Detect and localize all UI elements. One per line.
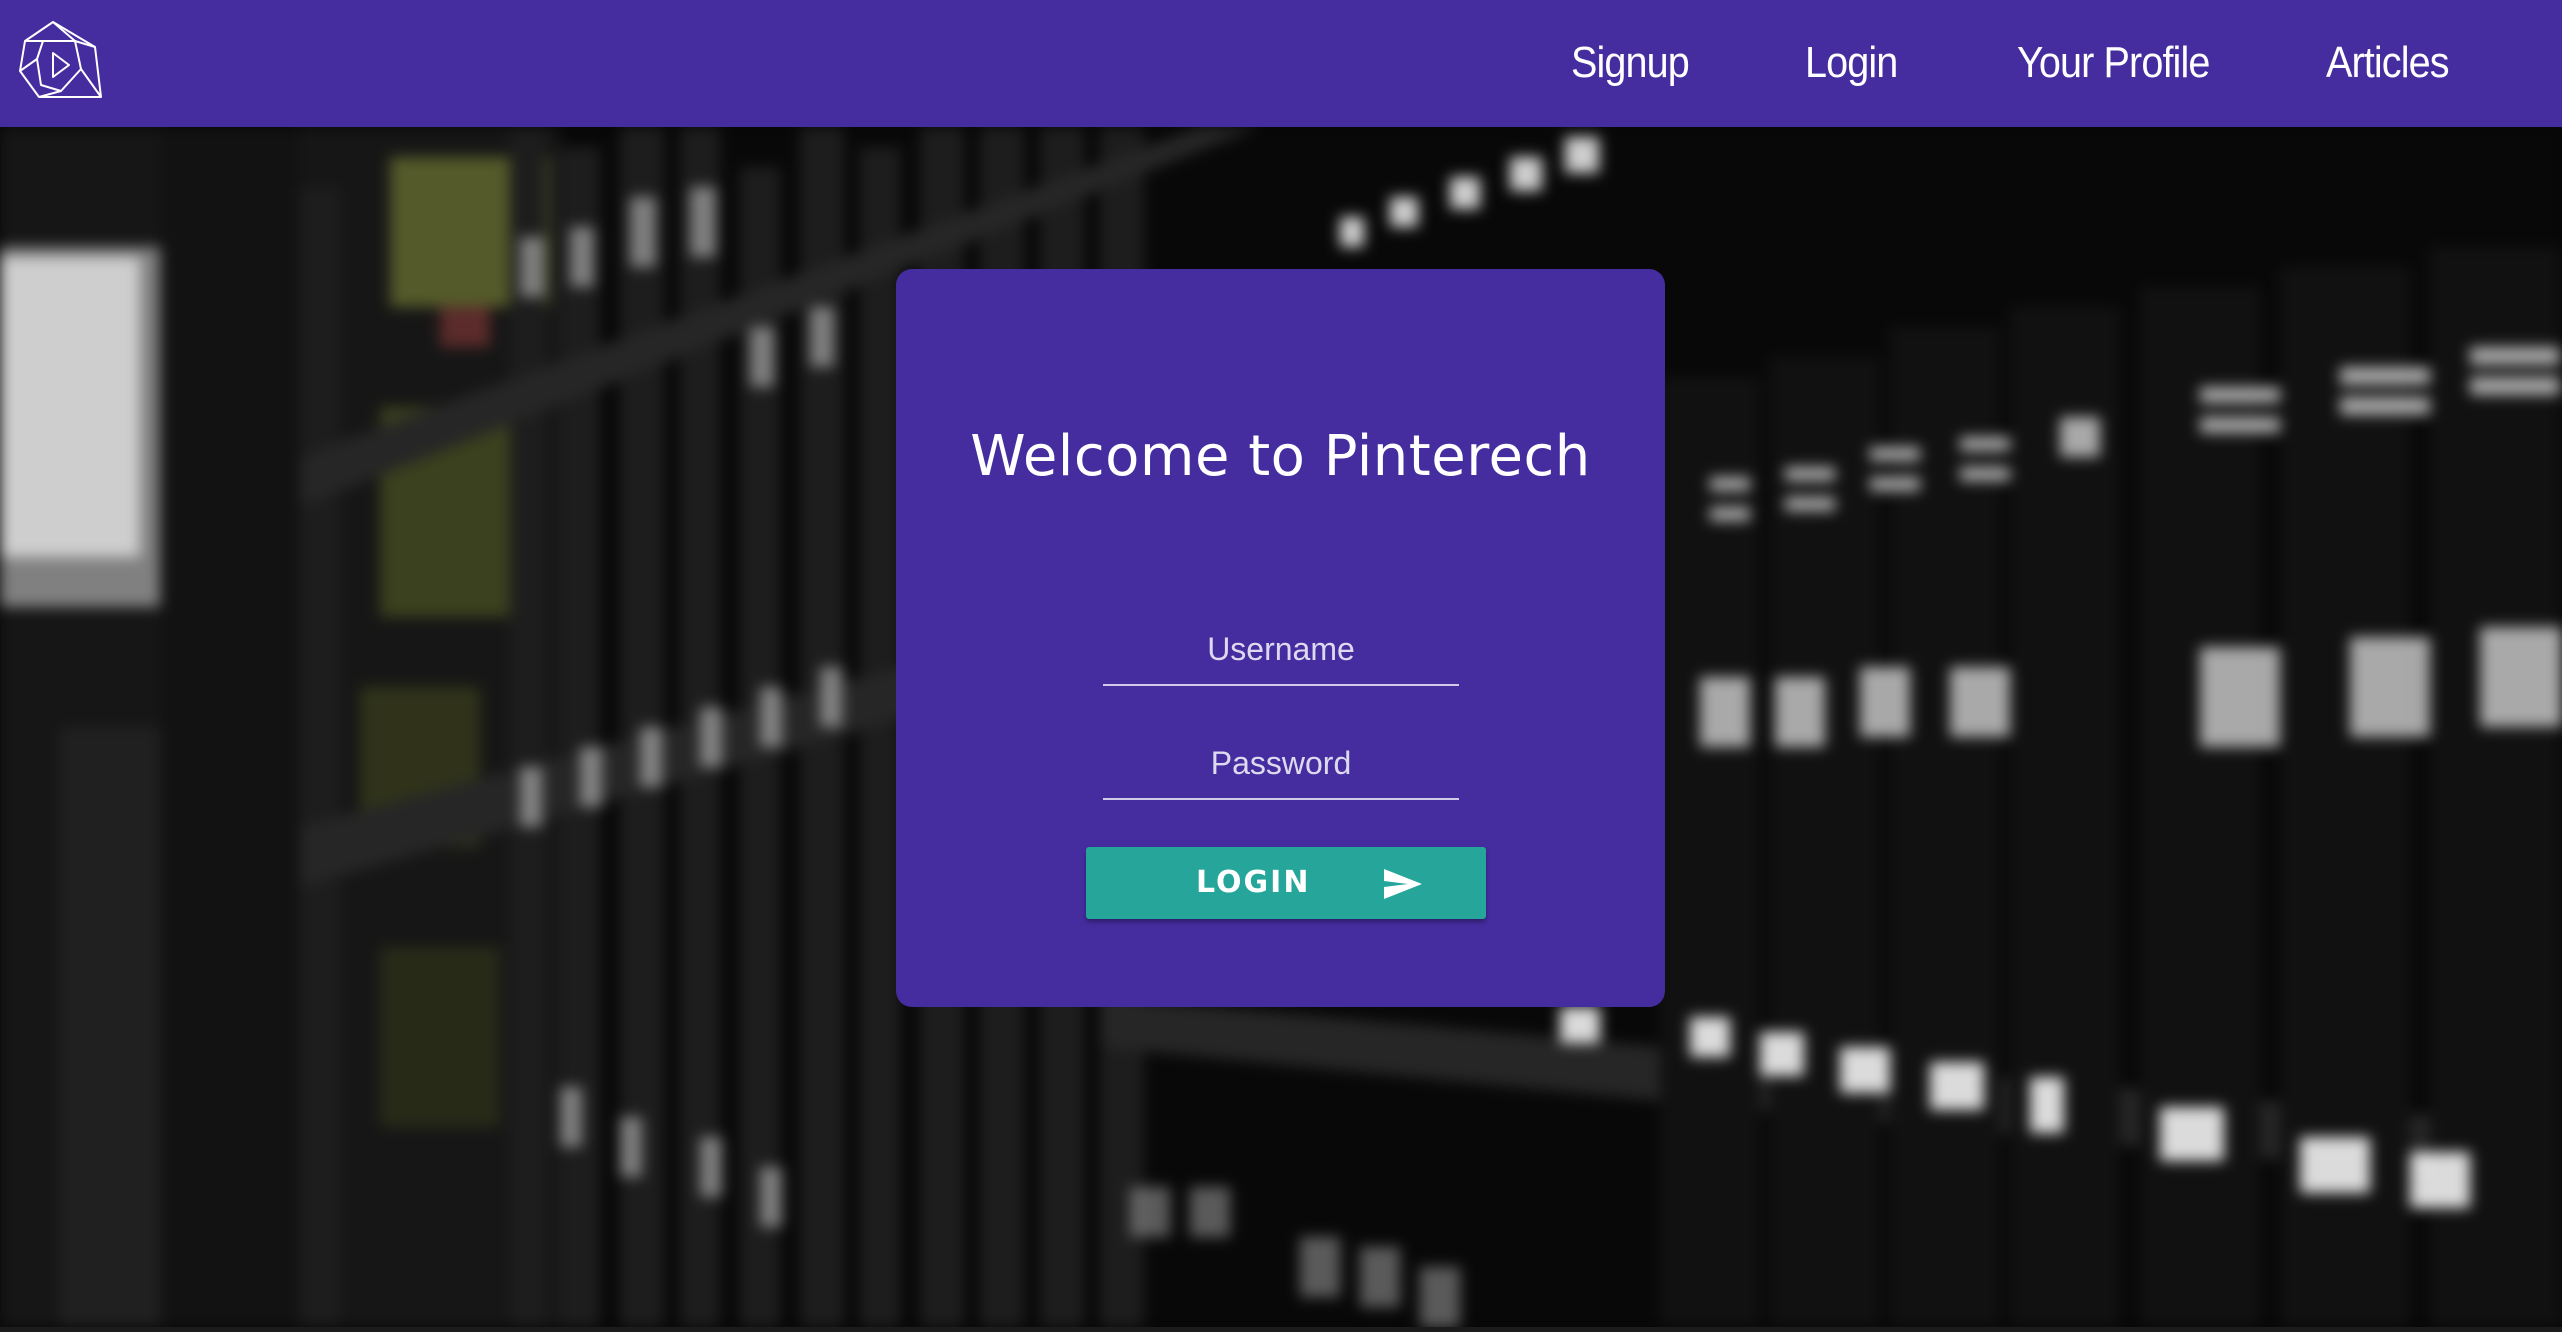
welcome-title: Welcome to Pinterech (970, 424, 1591, 489)
login-card: Welcome to Pinterech LOGIN (896, 269, 1665, 1007)
send-icon (1382, 867, 1424, 901)
login-button[interactable]: LOGIN (1086, 847, 1486, 919)
nav-link-login[interactable]: Login (1805, 26, 1898, 100)
bottom-strip (0, 1327, 2562, 1332)
password-input[interactable] (1103, 728, 1459, 798)
username-field-container (1103, 614, 1459, 686)
login-page: Signup Login Your Profile Articles Welco… (0, 0, 2562, 1332)
login-button-label: LOGIN (1196, 865, 1311, 900)
play-logo-icon[interactable] (17, 19, 103, 101)
password-field-container (1103, 728, 1459, 800)
nav-link-articles[interactable]: Articles (2326, 26, 2450, 100)
username-input[interactable] (1103, 614, 1459, 684)
nav-link-your-profile[interactable]: Your Profile (2017, 26, 2210, 100)
top-navbar: Signup Login Your Profile Articles (0, 0, 2562, 127)
nav-link-signup[interactable]: Signup (1571, 26, 1690, 100)
